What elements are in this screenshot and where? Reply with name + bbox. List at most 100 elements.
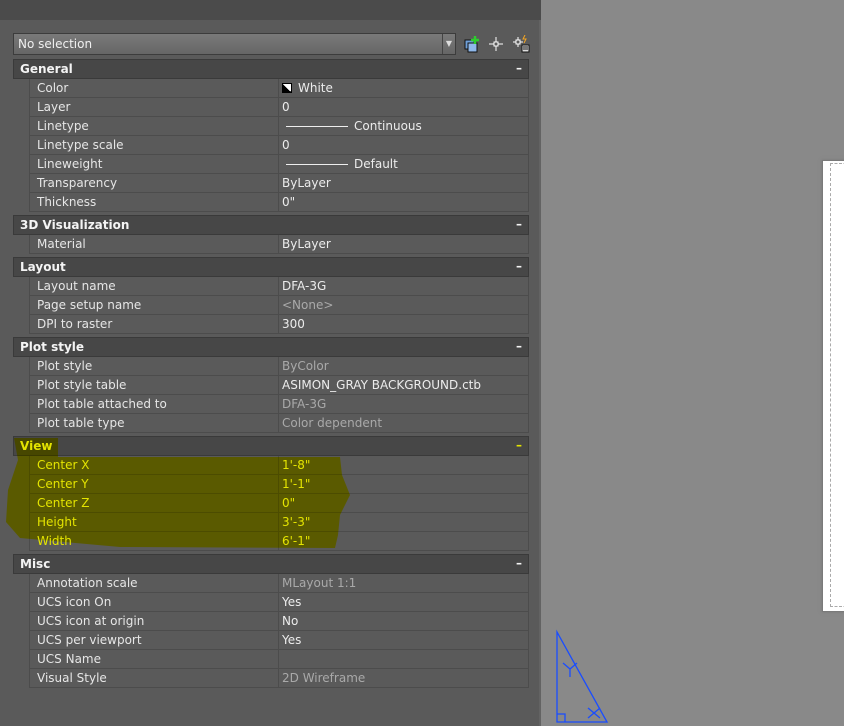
- property-value[interactable]: 0": [279, 494, 528, 512]
- property-row[interactable]: Transparency ByLayer: [29, 174, 529, 193]
- collapse-icon[interactable]: –: [516, 61, 522, 75]
- property-value[interactable]: ByLayer: [279, 174, 528, 192]
- property-label: Layer: [30, 98, 279, 116]
- property-label: Plot table attached to: [30, 395, 279, 413]
- collapse-icon[interactable]: –: [516, 217, 522, 231]
- ucs-icon: [556, 629, 609, 723]
- property-label: Annotation scale: [30, 574, 279, 592]
- property-row[interactable]: UCS per viewport Yes: [29, 631, 529, 650]
- property-value[interactable]: Continuous: [279, 117, 528, 135]
- section-title: Misc: [20, 557, 51, 571]
- property-row[interactable]: Center X 1'-8": [29, 456, 529, 475]
- property-value-text: ASIMON_GRAY BACKGROUND.ctb: [282, 378, 482, 392]
- property-row[interactable]: Linetype scale 0: [29, 136, 529, 155]
- selection-dropdown[interactable]: No selection ▼: [13, 33, 456, 55]
- property-value-text: DFA-3G: [282, 397, 327, 411]
- property-value-text: Yes: [282, 633, 302, 647]
- section-header[interactable]: 3D Visualization –: [13, 215, 529, 235]
- property-label: Center Z: [30, 494, 279, 512]
- quick-select-icon[interactable]: [463, 35, 481, 53]
- property-row[interactable]: Height 3'-3": [29, 513, 529, 532]
- property-row[interactable]: Linetype Continuous: [29, 117, 529, 136]
- property-value-text: <None>: [282, 298, 334, 312]
- linetype-preview: [286, 125, 348, 127]
- property-row[interactable]: Layout name DFA-3G: [29, 277, 529, 296]
- property-value-text: 3'-3": [282, 515, 311, 529]
- property-value[interactable]: 0": [279, 193, 528, 211]
- property-label: Center X: [30, 456, 279, 474]
- property-label: Plot table type: [30, 414, 279, 432]
- property-value[interactable]: ByColor: [279, 357, 528, 375]
- property-row[interactable]: Plot style table ASIMON_GRAY BACKGROUND.c…: [29, 376, 529, 395]
- collapse-icon[interactable]: –: [516, 259, 522, 273]
- collapse-icon[interactable]: –: [516, 556, 522, 570]
- property-value-text: Yes: [282, 595, 302, 609]
- section-header[interactable]: Layout –: [13, 257, 529, 277]
- property-label: Page setup name: [30, 296, 279, 314]
- property-value-text: 0: [282, 138, 290, 152]
- section-header[interactable]: Misc –: [13, 554, 529, 574]
- property-value[interactable]: 3'-3": [279, 513, 528, 531]
- property-label: UCS icon On: [30, 593, 279, 611]
- collapse-icon[interactable]: –: [516, 339, 522, 353]
- property-value[interactable]: MLayout 1:1: [279, 574, 528, 592]
- property-row[interactable]: Center Z 0": [29, 494, 529, 513]
- property-row[interactable]: UCS icon at origin No: [29, 612, 529, 631]
- property-row[interactable]: Layer 0: [29, 98, 529, 117]
- property-row[interactable]: DPI to raster 300: [29, 315, 529, 334]
- property-value[interactable]: <None>: [279, 296, 528, 314]
- property-row[interactable]: Plot table attached to DFA-3G: [29, 395, 529, 414]
- property-row[interactable]: Visual Style 2D Wireframe: [29, 669, 529, 688]
- property-value[interactable]: 300: [279, 315, 528, 333]
- linetype-preview: [286, 163, 348, 165]
- collapse-icon[interactable]: –: [516, 438, 522, 452]
- layout-paper-sheet: [822, 160, 844, 612]
- property-row[interactable]: Plot table type Color dependent: [29, 414, 529, 433]
- property-value[interactable]: ASIMON_GRAY BACKGROUND.ctb: [279, 376, 528, 394]
- property-value-text: Continuous: [354, 119, 422, 133]
- property-value[interactable]: DFA-3G: [279, 395, 528, 413]
- property-row[interactable]: Material ByLayer: [29, 235, 529, 254]
- property-value[interactable]: Color dependent: [279, 414, 528, 432]
- property-row[interactable]: Color White: [29, 79, 529, 98]
- section-title: Layout: [20, 260, 66, 274]
- property-value[interactable]: No: [279, 612, 528, 630]
- property-label: Height: [30, 513, 279, 531]
- property-value[interactable]: Yes: [279, 631, 528, 649]
- property-value[interactable]: ByLayer: [279, 235, 528, 253]
- property-value[interactable]: 2D Wireframe: [279, 669, 528, 687]
- section-3d-visualization: 3D Visualization – Material ByLayer: [13, 215, 529, 254]
- property-value[interactable]: White: [279, 79, 528, 97]
- palette-title-bar: [0, 0, 541, 20]
- section-misc: Misc – Annotation scale MLayout 1:1 UCS icon…: [13, 554, 529, 688]
- property-row[interactable]: Page setup name <None>: [29, 296, 529, 315]
- section-header[interactable]: Plot style –: [13, 337, 529, 357]
- property-value-text: 2D Wireframe: [282, 671, 366, 685]
- property-row[interactable]: UCS Name: [29, 650, 529, 669]
- property-row[interactable]: Annotation scale MLayout 1:1: [29, 574, 529, 593]
- property-value[interactable]: Yes: [279, 593, 528, 611]
- property-value[interactable]: [279, 650, 528, 668]
- property-row[interactable]: UCS icon On Yes: [29, 593, 529, 612]
- property-label: Width: [30, 532, 279, 550]
- property-value[interactable]: 0: [279, 98, 528, 116]
- toggle-pickadd-icon[interactable]: [512, 35, 530, 53]
- property-value[interactable]: 1'-8": [279, 456, 528, 474]
- chevron-down-icon[interactable]: ▼: [442, 34, 455, 54]
- property-value[interactable]: Default: [279, 155, 528, 173]
- section-header[interactable]: View –: [13, 436, 529, 456]
- property-value[interactable]: 0: [279, 136, 528, 154]
- property-row[interactable]: Center Y 1'-1": [29, 475, 529, 494]
- property-row[interactable]: Width 6'-1": [29, 532, 529, 551]
- select-objects-icon[interactable]: [487, 35, 505, 53]
- property-row[interactable]: Thickness 0": [29, 193, 529, 212]
- property-label: Material: [30, 235, 279, 253]
- property-value[interactable]: DFA-3G: [279, 277, 528, 295]
- property-row[interactable]: Lineweight Default: [29, 155, 529, 174]
- property-row[interactable]: Plot style ByColor: [29, 357, 529, 376]
- property-label: Plot style table: [30, 376, 279, 394]
- section-header[interactable]: General –: [13, 59, 529, 79]
- section-title: 3D Visualization: [20, 218, 130, 232]
- property-value[interactable]: 6'-1": [279, 532, 528, 550]
- property-value[interactable]: 1'-1": [279, 475, 528, 493]
